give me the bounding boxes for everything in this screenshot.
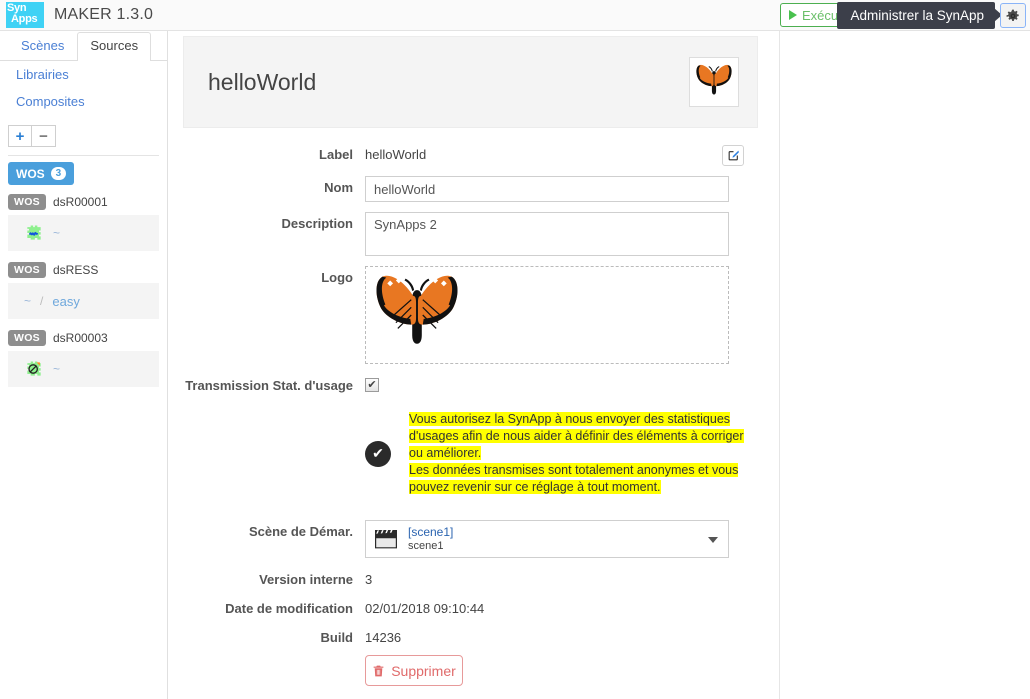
tree-item-separator: /	[40, 294, 44, 308]
sidebar-toolbar: + −	[8, 125, 159, 156]
tree-item-header[interactable]: WOS dsR00003	[8, 328, 159, 347]
tab-scenes[interactable]: Scènes	[8, 32, 77, 61]
check-circle-icon: ✔	[365, 440, 391, 467]
scene-label: Scène de Démar.	[248, 524, 353, 539]
scene-select[interactable]: [scene1] scene1	[365, 520, 729, 558]
scene-select-text: [scene1] scene1	[408, 525, 453, 553]
chevron-down-icon[interactable]	[708, 537, 718, 543]
version-label: Version interne	[259, 572, 353, 587]
notice-line-3: ou améliorer.	[409, 446, 482, 460]
main-content: helloWorld Label helloWorld Nom helloWor…	[169, 31, 778, 699]
build-label: Build	[320, 630, 354, 645]
description-textarea[interactable]	[365, 212, 729, 256]
tab-sources[interactable]: Sources	[77, 32, 152, 61]
label-label: Label	[319, 147, 353, 162]
globe-disabled-icon	[27, 361, 41, 376]
tree-group-dsr00001: WOS dsR00001 ~	[8, 192, 159, 251]
app-root: Syn Apps MAKER 1.3.0 Exécuter Administre…	[0, 0, 1030, 699]
nom-label: Nom	[324, 180, 353, 195]
synapp-header-card: helloWorld	[183, 36, 758, 128]
header-logo-thumb	[689, 57, 739, 107]
wave-module-icon	[27, 225, 41, 240]
field-row-scene: Scène de Démar. [scene1] scene1	[169, 520, 778, 558]
field-row-description: Description	[169, 212, 778, 256]
tree-item-value: ~	[53, 226, 61, 240]
tree-root-wos[interactable]: WOS 3	[8, 162, 74, 185]
description-label: Description	[281, 216, 353, 231]
tree-item-value: ~	[24, 294, 32, 308]
scene-bracket-value: [scene1]	[408, 525, 454, 539]
logo-line-2: Apps	[11, 13, 38, 25]
remove-source-button[interactable]: −	[32, 125, 56, 147]
wos-tag: WOS	[8, 193, 46, 210]
field-row-date: Date de modification 02/01/2018 09:10:44	[169, 597, 778, 616]
tree-item-value: ~	[53, 362, 61, 376]
admin-tooltip: Administrer la SynApp	[837, 2, 1002, 29]
tree-root-count: 3	[50, 167, 67, 180]
sidebar: Scènes Sources Librairies Composites + −…	[0, 31, 168, 699]
admin-synapp-button[interactable]	[1000, 3, 1026, 28]
tree-group-dsr00003: WOS dsR00003 ~	[8, 328, 159, 387]
tree-item-body[interactable]: ~	[8, 215, 159, 251]
page-title: helloWorld	[208, 68, 317, 95]
notice-line-4: Les données transmises sont totalement a…	[409, 463, 739, 477]
build-value: 14236	[365, 630, 402, 645]
clapperboard-icon	[375, 529, 397, 549]
tree-item-header[interactable]: WOS dsR00001	[8, 192, 159, 211]
checkmark-icon: ✔	[367, 378, 377, 391]
label-value: helloWorld	[365, 147, 427, 162]
right-pane	[779, 31, 1030, 699]
date-value: 02/01/2018 09:10:44	[365, 601, 485, 616]
play-icon	[789, 10, 797, 20]
field-row-label: Label helloWorld	[169, 143, 778, 166]
gear-icon	[1006, 9, 1019, 21]
tree-item-label: dsRESS	[52, 262, 99, 277]
butterfly-logo	[696, 64, 732, 95]
statistics-notice: ✔ Vous autorisez la SynApp à nous envoye…	[169, 411, 778, 496]
edit-label-button[interactable]	[722, 145, 745, 166]
tree-root-tag: WOS	[16, 166, 45, 181]
delete-button-label: Supprimer	[391, 662, 456, 679]
edit-square-icon	[728, 150, 739, 161]
field-row-build: Build 14236	[169, 626, 778, 645]
tree-item-body[interactable]: ~	[8, 351, 159, 387]
synapps-logo: Syn Apps	[6, 2, 44, 28]
synapp-form: Label helloWorld Nom Description Logo	[169, 143, 778, 686]
sidebar-item-composites[interactable]: Composites	[0, 88, 167, 115]
notice-line-2: d'usages afin de nous aider à définir de…	[409, 429, 744, 443]
field-row-nom: Nom	[169, 176, 778, 202]
tree-item-label: dsR00003	[52, 330, 108, 345]
logo-label: Logo	[321, 270, 353, 285]
app-title: MAKER 1.3.0	[54, 6, 154, 23]
sidebar-tabs: Scènes Sources	[0, 31, 167, 61]
date-label: Date de modification	[225, 601, 353, 616]
field-row-transmission: Transmission Stat. d'usage ✔	[169, 374, 778, 393]
nom-input[interactable]	[365, 176, 729, 202]
transmission-label: Transmission Stat. d'usage	[185, 378, 353, 393]
notice-line-1: Vous autorisez la SynApp à nous envoyer …	[409, 412, 731, 426]
trash-icon	[373, 665, 384, 676]
notice-text: Vous autorisez la SynApp à nous envoyer …	[409, 411, 744, 496]
wos-tag: WOS	[8, 329, 46, 346]
sidebar-item-librairies[interactable]: Librairies	[0, 61, 167, 88]
source-tree: WOS 3 WOS dsR00001 ~ WOS dsRESS ~ / easy…	[0, 162, 167, 387]
field-row-logo: Logo	[169, 266, 778, 364]
notice-line-5: pouvez revenir sur ce réglage à tout mom…	[409, 480, 661, 494]
add-source-button[interactable]: +	[8, 125, 32, 147]
butterfly-logo-large	[376, 275, 458, 344]
scene-name-value: scene1	[408, 540, 444, 552]
tree-item-body[interactable]: ~ / easy	[8, 283, 159, 319]
transmission-checkbox[interactable]: ✔	[365, 378, 379, 392]
tree-item-label: dsR00001	[52, 194, 108, 209]
tree-item-header[interactable]: WOS dsRESS	[8, 260, 159, 279]
wos-tag: WOS	[8, 261, 46, 278]
tree-group-dsress: WOS dsRESS ~ / easy	[8, 260, 159, 319]
version-value: 3	[365, 572, 373, 587]
field-row-version: Version interne 3	[169, 568, 778, 587]
delete-button[interactable]: Supprimer	[365, 655, 463, 686]
tree-item-extra[interactable]: easy	[52, 294, 79, 309]
logo-dropzone[interactable]	[365, 266, 729, 364]
top-bar: Syn Apps MAKER 1.3.0 Exécuter Administre…	[0, 0, 1030, 31]
